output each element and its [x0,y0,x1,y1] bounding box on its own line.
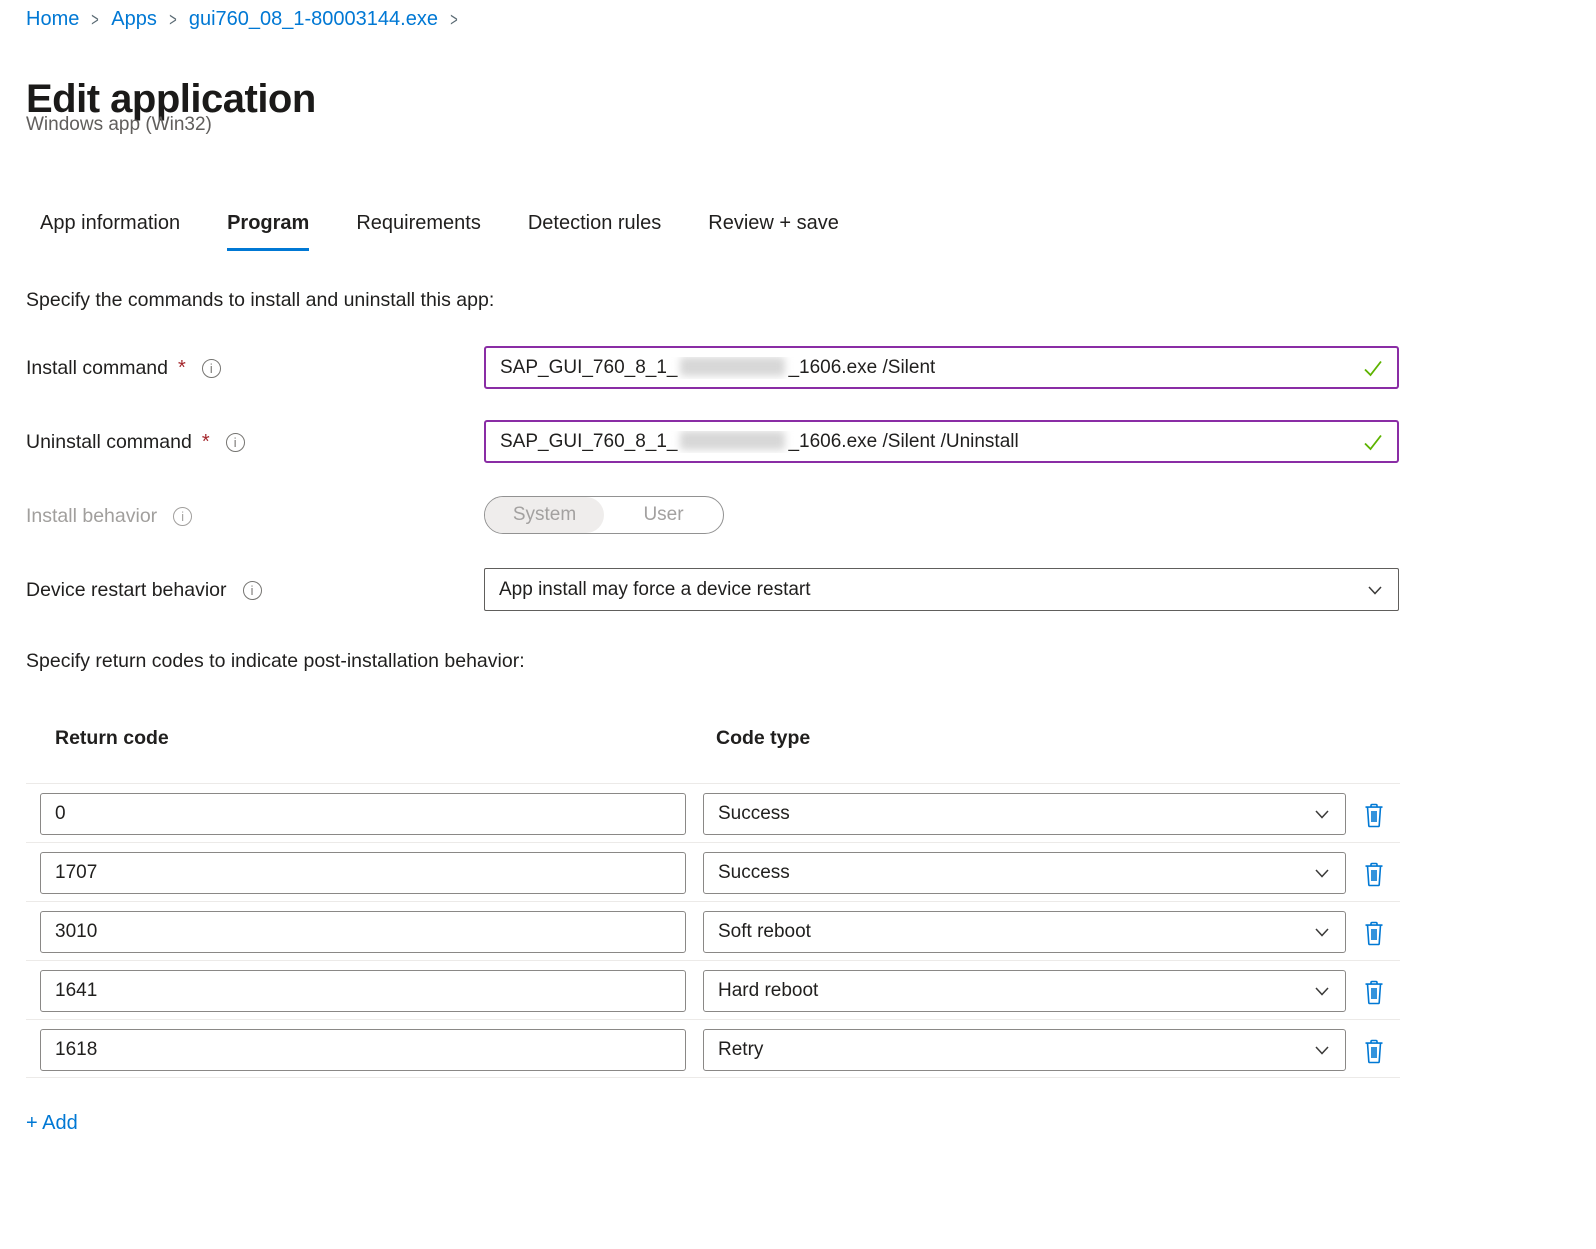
chevron-down-icon [1313,864,1331,882]
code-type-value: Success [718,862,790,884]
commands-section-intro: Specify the commands to install and unin… [26,289,494,312]
breadcrumb-apps-link[interactable]: Apps [111,8,157,31]
trash-icon [1362,979,1386,1006]
chevron-down-icon [1366,581,1384,599]
code-type-select[interactable]: Success [703,793,1346,835]
return-code-input[interactable] [40,793,686,835]
return-codes-table: Success Success Soft reboot Hard reboot [26,783,1400,1078]
chevron-down-icon [1313,982,1331,1000]
delete-row-button[interactable] [1358,858,1390,890]
install-command-input[interactable]: SAP_GUI_760_8_1__1606.exe /Silent [484,346,1399,389]
code-type-select[interactable]: Hard reboot [703,970,1346,1012]
redacted-blur [680,357,785,376]
trash-icon [1362,920,1386,947]
uninstall-command-label: Uninstall command * i [26,431,245,454]
add-return-code-link[interactable]: + Add [26,1112,78,1135]
trash-icon [1362,861,1386,888]
install-command-label: Install command * i [26,357,221,380]
delete-row-button[interactable] [1358,917,1390,949]
tab-review-save[interactable]: Review + save [708,212,839,251]
valid-check-icon [1361,430,1385,454]
install-behavior-toggle: System User [484,496,724,534]
return-code-row: Success [26,783,1400,842]
code-type-value: Hard reboot [718,980,818,1002]
chevron-down-icon [1313,923,1331,941]
install-behavior-option-user: User [604,497,723,533]
install-behavior-label-text: Install behavior [26,505,157,528]
return-code-row: Success [26,842,1400,901]
delete-row-button[interactable] [1358,976,1390,1008]
breadcrumb-chevron-icon: > [169,8,176,31]
code-type-value: Soft reboot [718,921,811,943]
return-codes-section-intro: Specify return codes to indicate post-in… [26,650,525,673]
code-type-select[interactable]: Soft reboot [703,911,1346,953]
return-code-input[interactable] [40,1029,686,1071]
code-type-select[interactable]: Success [703,852,1346,894]
return-code-row: Soft reboot [26,901,1400,960]
valid-check-icon [1361,356,1385,380]
delete-row-button[interactable] [1358,1035,1390,1067]
required-asterisk: * [178,357,186,380]
code-type-select[interactable]: Retry [703,1029,1346,1071]
device-restart-behavior-value: App install may force a device restart [499,579,811,601]
breadcrumb-chevron-icon: > [450,8,457,31]
info-icon[interactable]: i [243,581,262,600]
breadcrumb-home-link[interactable]: Home [26,8,79,31]
device-restart-behavior-label: Device restart behavior i [26,579,262,602]
breadcrumb: Home > Apps > gui760_08_1-80003144.exe > [26,8,459,31]
column-header-code-type: Code type [716,727,810,750]
install-command-value: SAP_GUI_760_8_1__1606.exe /Silent [500,357,935,379]
trash-icon [1362,802,1386,829]
uninstall-command-value: SAP_GUI_760_8_1__1606.exe /Silent /Unins… [500,431,1019,453]
info-icon[interactable]: i [226,433,245,452]
tab-program[interactable]: Program [227,212,309,251]
tab-app-information[interactable]: App information [40,212,180,251]
breadcrumb-chevron-icon: > [92,8,99,31]
device-restart-behavior-select[interactable]: App install may force a device restart [484,568,1399,611]
code-type-value: Retry [718,1039,763,1061]
return-code-input[interactable] [40,852,686,894]
return-code-row: Retry [26,1019,1400,1078]
wizard-tabs: App information Program Requirements Det… [40,212,839,251]
trash-icon [1362,1038,1386,1065]
return-code-row: Hard reboot [26,960,1400,1019]
breadcrumb-app-link[interactable]: gui760_08_1-80003144.exe [189,8,438,31]
return-code-input[interactable] [40,970,686,1012]
redacted-blur [680,431,785,450]
delete-row-button[interactable] [1358,799,1390,831]
required-asterisk: * [202,431,210,454]
install-behavior-label: Install behavior i [26,505,192,528]
page-subtitle: Windows app (Win32) [26,114,212,136]
info-icon[interactable]: i [173,507,192,526]
uninstall-command-label-text: Uninstall command [26,431,192,454]
info-icon[interactable]: i [202,359,221,378]
device-restart-behavior-label-text: Device restart behavior [26,579,227,602]
tab-requirements[interactable]: Requirements [356,212,481,251]
chevron-down-icon [1313,805,1331,823]
install-command-label-text: Install command [26,357,168,380]
code-type-value: Success [718,803,790,825]
tab-detection-rules[interactable]: Detection rules [528,212,661,251]
chevron-down-icon [1313,1041,1331,1059]
install-behavior-option-system: System [485,497,604,533]
uninstall-command-input[interactable]: SAP_GUI_760_8_1__1606.exe /Silent /Unins… [484,420,1399,463]
column-header-return-code: Return code [55,727,169,750]
return-code-input[interactable] [40,911,686,953]
